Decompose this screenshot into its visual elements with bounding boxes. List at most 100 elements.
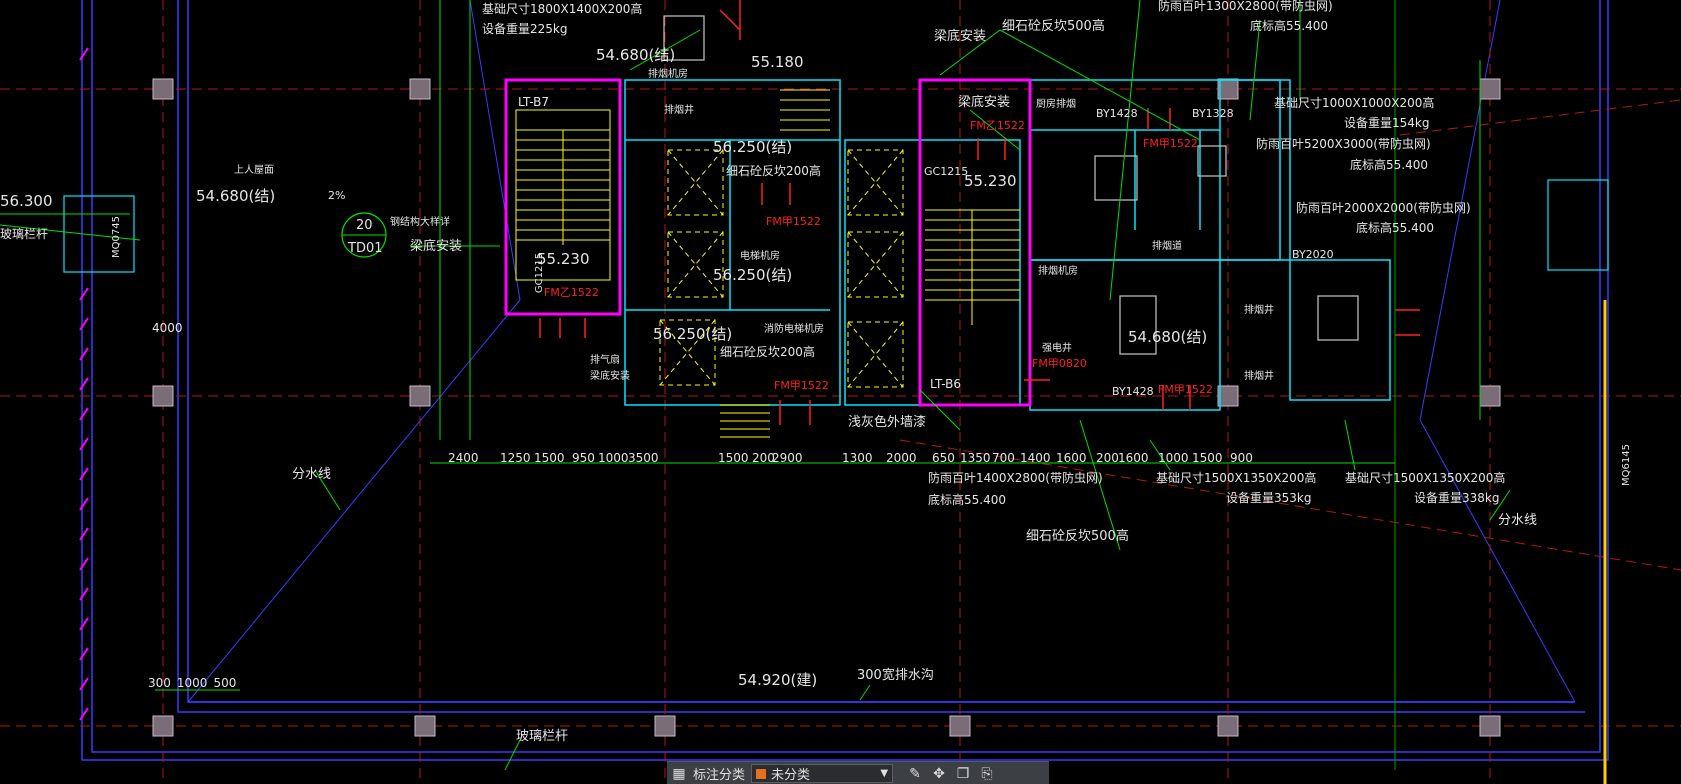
glass-rail-left: 玻璃栏杆 (0, 227, 49, 241)
beam-install-b: 梁底安装 (590, 371, 630, 382)
lt-b6: LT-B6 (930, 377, 962, 391)
smoke-shaft-c: 排烟井 (1244, 371, 1274, 382)
glass-rail-bottom: 玻璃栏杆 (516, 729, 569, 744)
weight-1: 设备重量225kg (482, 22, 568, 36)
elev-54920: 54.920(建) (738, 671, 818, 689)
fm-d: FM乙1522 (970, 119, 1025, 132)
edit-icon[interactable]: ✎ (903, 762, 927, 784)
category-value: 未分类 (771, 768, 811, 783)
dimension-value: 1250 (500, 451, 531, 465)
elev-56250-a: 56.250(结) (713, 138, 793, 156)
leader-lines (0, 0, 1511, 771)
dimension-lines (155, 0, 1481, 691)
callout-num: 20 (356, 218, 373, 233)
dimension-value: 1500 (718, 451, 749, 465)
move-icon[interactable]: ✥ (927, 762, 951, 784)
dimension-value: 650 (932, 451, 955, 465)
dimension-row: 2400 1250 1500 950 1000 3500 1500 200 2900 1300 20… (448, 451, 1260, 465)
paste-icon[interactable]: ⎘ (975, 762, 999, 784)
dimension-value: 1500 (1192, 451, 1223, 465)
divide-left: 分水线 (292, 467, 332, 482)
grid-icon[interactable]: ▦ (667, 762, 691, 784)
annotation-toolbar: ▦ 标注分类 未分类 ▼ ✎ ✥ ❐ ⎘ (667, 761, 1049, 784)
weight-2: 设备重量154kg (1344, 116, 1430, 130)
curb-500-a: 细石砼反坎500高 (1002, 19, 1105, 34)
base-elev-d: 底标高55.400 (928, 493, 1006, 507)
elev-54680-c: 54.680(结) (1128, 328, 1208, 346)
gc-a: GC1215 (534, 252, 546, 294)
elev-55180: 55.180 (751, 53, 804, 71)
by1428-a: BY1428 (1096, 107, 1138, 120)
foundation-1: 基础尺寸1800X1400X200高 (482, 2, 643, 16)
stair-lt-b7 (504, 78, 622, 316)
elev-54680-b: 54.680(结) (196, 187, 276, 205)
dimension-value: 200 (1096, 451, 1119, 465)
dimension-value: 2400 (448, 451, 479, 465)
mq-left: MQ0745 (110, 216, 122, 258)
smoke-shaft-b: 排烟井 (1244, 305, 1274, 316)
curb-b: 细石砼反坎200高 (720, 345, 815, 359)
smoke-exhaust: 排烟道 (1152, 241, 1182, 252)
dimension-value: 2900 (772, 451, 803, 465)
roof-label: 上人屋面 (234, 165, 274, 176)
by2020: BY2020 (1292, 248, 1334, 261)
category-swatch (756, 768, 767, 779)
curb-500-b: 细石砼反坎500高 (1026, 529, 1129, 544)
base-elev-c: 底标高55.400 (1356, 221, 1434, 235)
dimension-value: 500 (213, 676, 237, 690)
column-markers (152, 78, 1501, 737)
base-elev-a: 底标高55.400 (1250, 19, 1328, 33)
elev-56250-c: 56.250(结) (653, 325, 733, 343)
fm-e: FM甲1522 (1143, 137, 1198, 150)
foundation-3: 基础尺寸1500X1350X200高 (1156, 471, 1317, 485)
gc1215-b: GC1215 (924, 165, 969, 178)
louver-a: 防雨百叶1300X2800(带防虫网) (1158, 0, 1333, 13)
weight-3: 设备重量353kg (1226, 491, 1312, 505)
wall-note: 浅灰色外墙漆 (848, 415, 927, 430)
dimension-value: 1000 (598, 451, 629, 465)
beam-install-d: 梁底安装 (958, 95, 1011, 110)
fire-elev-room: 消防电梯机房 (764, 324, 824, 335)
elev-54680-a: 54.680(结) (596, 46, 676, 64)
dimension-value: 3500 (628, 451, 659, 465)
fm-a: FM乙1522 (544, 286, 599, 299)
dimension-value: 1400 (1020, 451, 1051, 465)
copy-icon[interactable]: ❐ (951, 762, 975, 784)
smoke-shaft-a: 排烟井 (664, 105, 694, 116)
glass-rail-install: 钢结构大样详 (390, 217, 450, 228)
left-bay (63, 195, 135, 273)
smoke-room: 排烟机房 (1038, 266, 1078, 277)
weight-4: 设备重量338kg (1414, 491, 1500, 505)
elev-room: 电梯机房 (740, 251, 780, 262)
dimension-value: 1350 (960, 451, 991, 465)
mq-right: MQ6145 (1620, 444, 1632, 486)
by1328: BY1328 (1192, 107, 1234, 120)
power-shaft: 强电井 (1042, 343, 1072, 354)
elev-55230-b: 55.230 (964, 172, 1017, 190)
dimension-value: 1600 (1056, 451, 1087, 465)
curb-a: 细石砼反坎200高 (726, 164, 821, 178)
beam-install-a: 梁底安装 (410, 239, 463, 254)
drain-ditch: 300宽排水沟 (857, 668, 934, 683)
dimension-value: 300 (148, 676, 171, 690)
fm-b: FM甲1522 (766, 215, 821, 228)
fan-room-a: 排烟机房 (648, 69, 688, 80)
dimension-bottom-left: 300 1000 500 (148, 676, 236, 690)
dimension-value: 700 (992, 451, 1015, 465)
louver-c: 防雨百叶2000X2000(带防虫网) (1296, 201, 1471, 215)
fm-f: FM甲0820 (1032, 357, 1087, 370)
cad-viewport[interactable]: 56.300 玻璃栏杆 基础尺寸1800X1400X200高 设备重量225kg… (0, 0, 1681, 784)
dim-4000: 4000 (152, 321, 183, 335)
category-select[interactable]: 未分类 ▼ (751, 764, 894, 783)
toolbar-label: 标注分类 (693, 768, 746, 783)
dimension-value: 950 (572, 451, 595, 465)
right-bay (1547, 179, 1609, 271)
foundation-4: 基础尺寸1500X1350X200高 (1345, 471, 1506, 485)
beam-install-c: 梁底安装 (934, 29, 987, 44)
chevron-down-icon: ▼ (880, 768, 889, 779)
fm-c: FM甲1522 (774, 379, 829, 392)
elev-56250-b: 56.250(结) (713, 266, 793, 284)
left-facade (79, 47, 89, 721)
louver-d: 防雨百叶1400X2800(带防虫网) (928, 471, 1103, 485)
louver-b: 防雨百叶5200X3000(带防虫网) (1256, 137, 1431, 151)
